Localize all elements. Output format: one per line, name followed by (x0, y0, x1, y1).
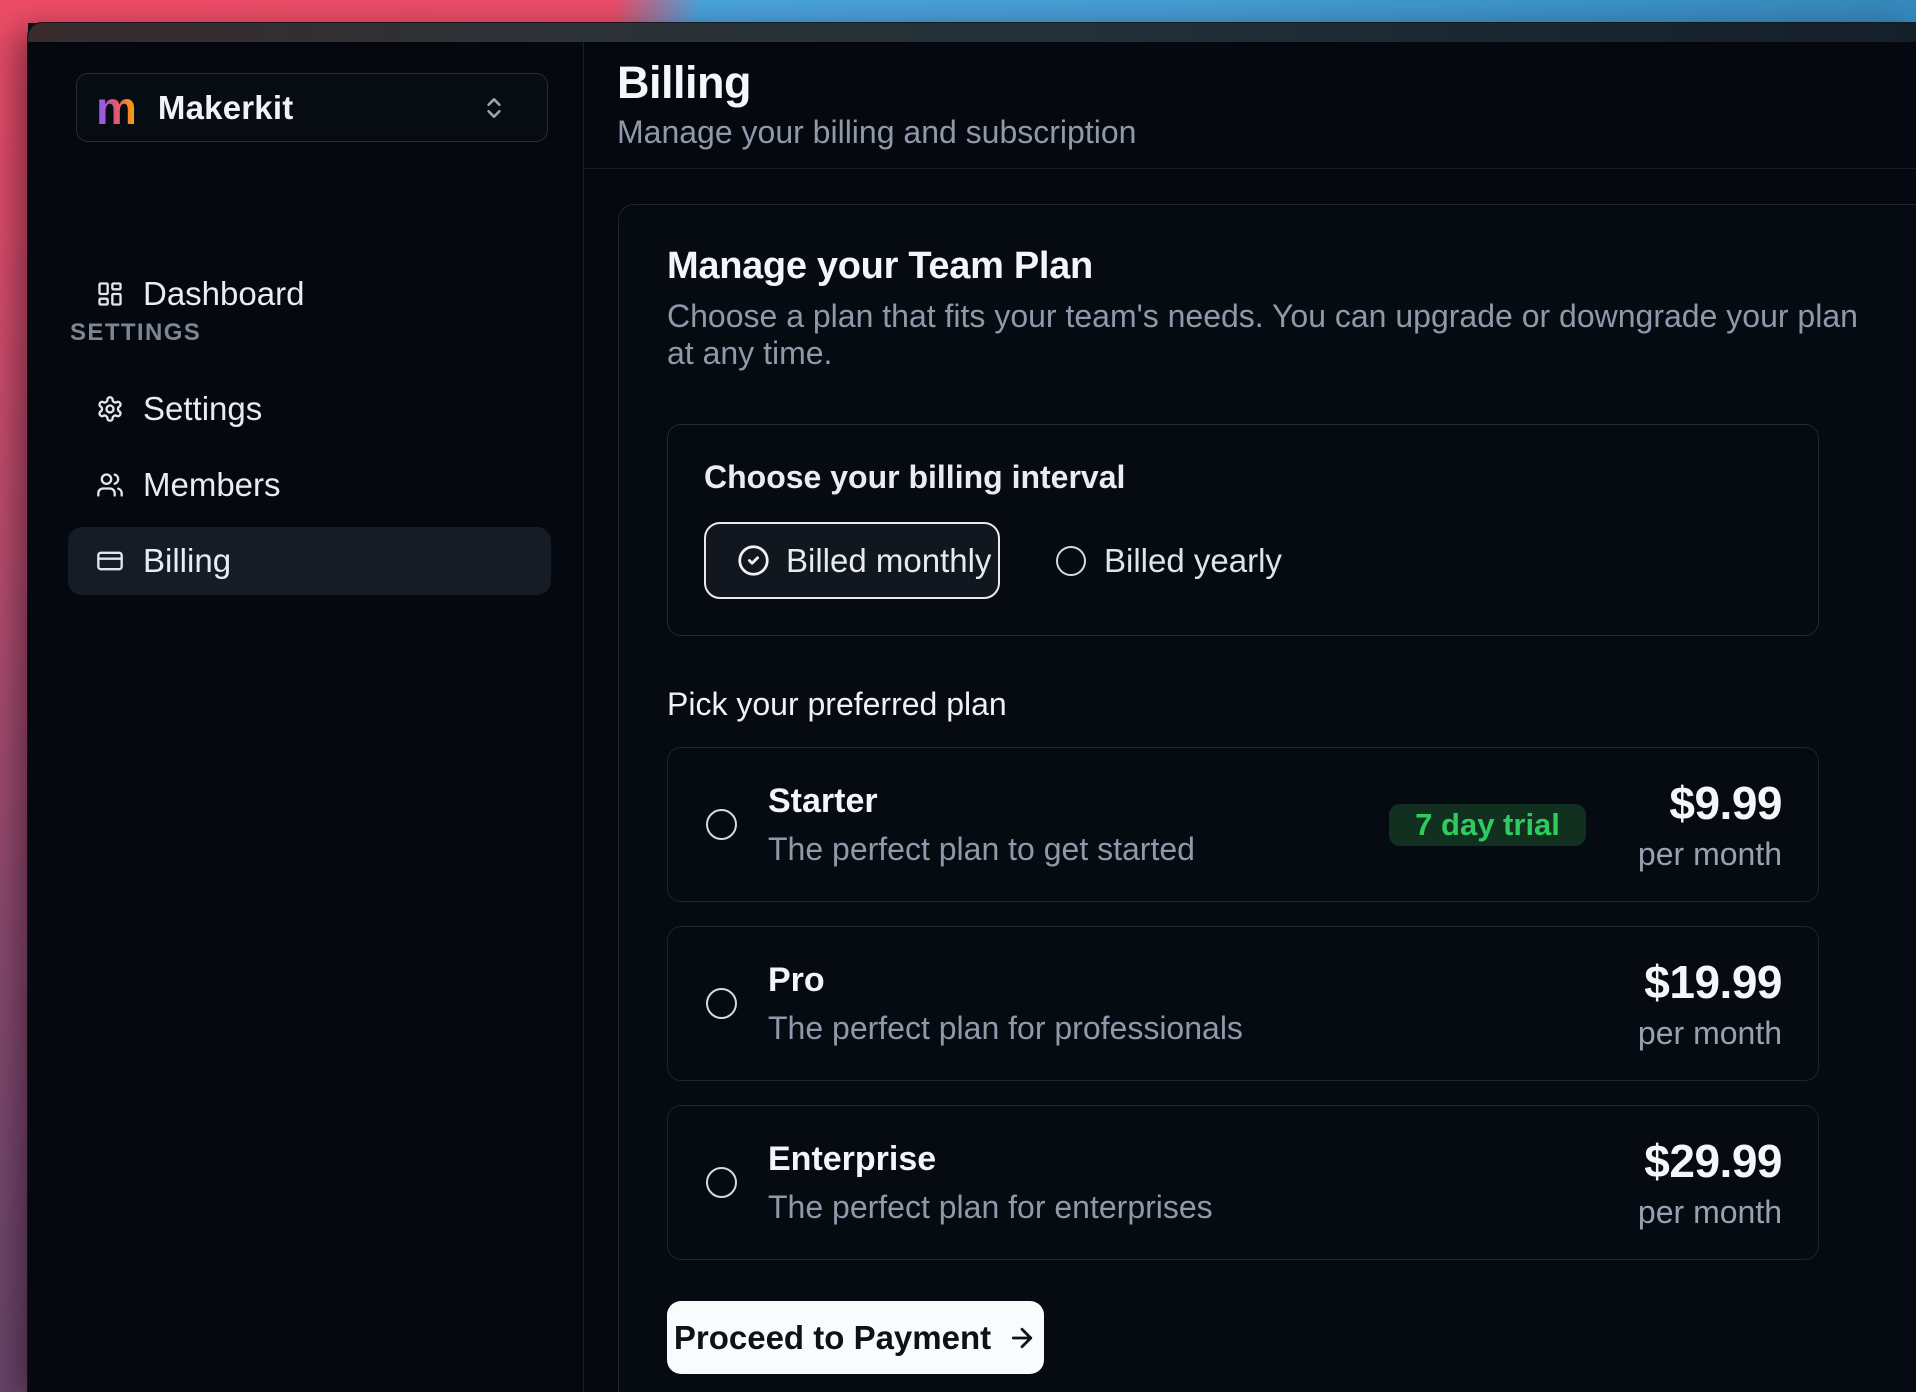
sidebar-item-label: Billing (143, 542, 231, 580)
sidebar-item-billing[interactable]: Billing (68, 527, 551, 595)
proceed-to-payment-button[interactable]: Proceed to Payment (667, 1301, 1044, 1374)
arrow-right-icon (1007, 1323, 1037, 1353)
makerkit-logo: m (96, 85, 137, 131)
sidebar-nav: Dashboard SETTINGS Settings Members (28, 260, 583, 595)
sidebar-item-label: Members (143, 466, 281, 504)
trial-badge: 7 day trial (1389, 804, 1586, 846)
page-title: Billing (617, 56, 1916, 109)
plan-info: Enterprise The perfect plan for enterpri… (768, 1140, 1213, 1226)
credit-card-icon (96, 547, 124, 575)
sidebar-item-dashboard[interactable]: Dashboard (68, 260, 551, 328)
team-plan-card: Manage your Team Plan Choose a plan that… (618, 204, 1916, 1392)
plan-name: Pro (768, 961, 1243, 1000)
main-content: Billing Manage your billing and subscrip… (584, 42, 1916, 1392)
sidebar-section-label: SETTINGS (70, 323, 583, 343)
plan-option-pro[interactable]: Pro The perfect plan for professionals $… (667, 926, 1819, 1081)
interval-options: Billed monthly Billed yearly (704, 522, 1782, 599)
radio-icon[interactable] (706, 809, 737, 840)
option-label: Billed monthly (786, 542, 991, 580)
option-label: Billed yearly (1104, 542, 1282, 580)
plan-info: Starter The perfect plan to get started (768, 782, 1195, 868)
plan-description: The perfect plan for professionals (768, 1010, 1243, 1047)
card-description: Choose a plan that fits your team's need… (667, 298, 1885, 372)
pick-plan-label: Pick your preferred plan (667, 686, 1885, 723)
plan-name: Starter (768, 782, 1195, 821)
radio-icon (1056, 546, 1086, 576)
radio-icon[interactable] (706, 1167, 737, 1198)
billed-monthly-option[interactable]: Billed monthly (704, 522, 1000, 599)
sidebar-item-settings[interactable]: Settings (68, 375, 551, 443)
plan-price: $29.99 (1638, 1134, 1782, 1188)
plan-description: The perfect plan to get started (768, 831, 1195, 868)
chevron-up-down-icon (481, 95, 507, 121)
users-icon (96, 471, 124, 499)
billing-interval-group: Choose your billing interval Billed mont… (667, 424, 1819, 636)
page-subtitle: Manage your billing and subscription (617, 114, 1916, 151)
interval-label: Choose your billing interval (704, 459, 1782, 496)
plan-description: The perfect plan for enterprises (768, 1189, 1213, 1226)
sidebar-item-label: Settings (143, 390, 262, 428)
workspace-name: Makerkit (158, 89, 294, 127)
wallpaper-top (0, 0, 1916, 23)
billed-yearly-option[interactable]: Billed yearly (1056, 542, 1282, 580)
price-block: $9.99 per month (1638, 776, 1782, 873)
billing-content: Manage your Team Plan Choose a plan that… (584, 169, 1916, 1392)
cta-label: Proceed to Payment (674, 1319, 991, 1357)
plan-option-enterprise[interactable]: Enterprise The perfect plan for enterpri… (667, 1105, 1819, 1260)
dashboard-icon (96, 280, 124, 308)
plan-info: Pro The perfect plan for professionals (768, 961, 1243, 1047)
plan-name: Enterprise (768, 1140, 1213, 1179)
radio-icon[interactable] (706, 988, 737, 1019)
plan-price: $19.99 (1638, 955, 1782, 1009)
app-window: m Makerkit Dashboard SETTINGS (28, 23, 1916, 1392)
sidebar: m Makerkit Dashboard SETTINGS (28, 42, 584, 1392)
price-block: $29.99 per month (1638, 1134, 1782, 1231)
workspace-selector[interactable]: m Makerkit (76, 73, 548, 142)
window-titlebar (28, 23, 1916, 42)
wallpaper-left (0, 0, 28, 1392)
gear-icon (96, 395, 124, 423)
plan-period: per month (1638, 1015, 1782, 1052)
plan-pricing: $29.99 per month (1638, 1134, 1782, 1231)
card-title: Manage your Team Plan (667, 245, 1885, 288)
sidebar-item-label: Dashboard (143, 275, 304, 313)
check-circle-icon (737, 544, 770, 577)
plan-price: $9.99 (1638, 776, 1782, 830)
plan-pricing: $19.99 per month (1638, 955, 1782, 1052)
sidebar-item-members[interactable]: Members (68, 451, 551, 519)
price-block: $19.99 per month (1638, 955, 1782, 1052)
plan-period: per month (1638, 1194, 1782, 1231)
plan-option-starter[interactable]: Starter The perfect plan to get started … (667, 747, 1819, 902)
page-header: Billing Manage your billing and subscrip… (584, 42, 1916, 169)
plan-period: per month (1638, 836, 1782, 873)
plan-pricing: 7 day trial $9.99 per month (1389, 776, 1782, 873)
